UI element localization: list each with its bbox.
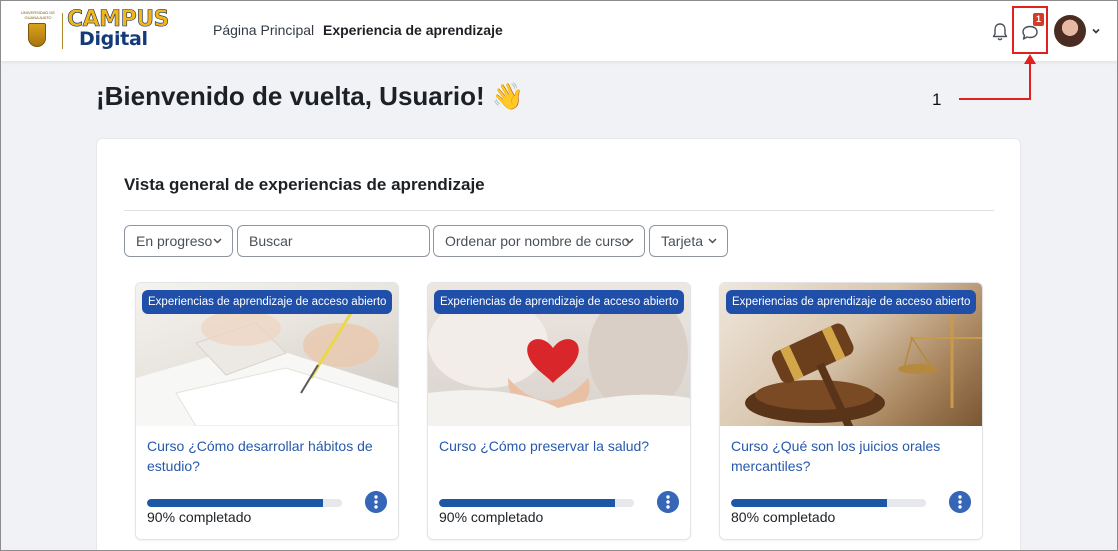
annotation-number: 1 xyxy=(932,90,942,109)
user-avatar[interactable] xyxy=(1054,15,1086,47)
course-category-badge: Experiencias de aprendizaje de acceso ab… xyxy=(726,290,977,314)
course-options-icon[interactable] xyxy=(365,491,387,513)
course-options-icon[interactable] xyxy=(657,491,679,513)
course-progress-label: 90% completado xyxy=(147,509,252,525)
nav-link-learning-experience[interactable]: Experiencia de aprendizaje xyxy=(323,22,503,38)
annotation-line-horizontal xyxy=(959,98,1031,100)
search-input[interactable]: Buscar xyxy=(237,225,430,257)
course-options-icon[interactable] xyxy=(949,491,971,513)
course-title-link[interactable]: Curso ¿Qué son los juicios orales mercan… xyxy=(731,436,971,476)
study-notebook-image[interactable]: Experiencias de aprendizaje de acceso ab… xyxy=(136,283,398,426)
sort-value: Ordenar por nombre de curso xyxy=(445,233,630,249)
course-title-link[interactable]: Curso ¿Cómo desarrollar hábitos de estud… xyxy=(147,436,387,476)
search-placeholder: Buscar xyxy=(249,233,293,249)
chevron-down-icon xyxy=(213,238,222,244)
course-card[interactable]: Experiencias de aprendizaje de acceso ab… xyxy=(135,282,399,540)
app-frame: UNIVERSIDAD DE GUANAJUATO CAMPUS Digital… xyxy=(0,0,1118,551)
course-progress-bar xyxy=(439,499,634,507)
course-category-badge: Experiencias de aprendizaje de acceso ab… xyxy=(142,290,393,314)
chevron-down-icon xyxy=(708,238,717,244)
course-title-link[interactable]: Curso ¿Cómo preservar la salud? xyxy=(439,436,679,456)
course-card[interactable]: Experiencias de aprendizaje de acceso ab… xyxy=(719,282,983,540)
view-mode-value: Tarjeta xyxy=(661,233,704,249)
overview-divider xyxy=(124,210,994,211)
welcome-text: ¡Bienvenido de vuelta, Usuario! xyxy=(96,81,485,111)
progress-filter-select[interactable]: En progreso xyxy=(124,225,233,257)
logo-divider xyxy=(62,13,63,49)
course-category-badge: Experiencias de aprendizaje de acceso ab… xyxy=(434,290,685,314)
progress-filter-value: En progreso xyxy=(136,233,213,249)
chevron-down-icon xyxy=(625,238,634,244)
course-overview-panel: Vista general de experiencias de aprendi… xyxy=(96,138,1021,550)
course-progress-label: 90% completado xyxy=(439,509,544,525)
course-progress-label: 80% completado xyxy=(731,509,836,525)
seal-shield xyxy=(28,23,46,47)
campus-digital-logo[interactable]: UNIVERSIDAD DE GUANAJUATO CAMPUS Digital xyxy=(17,7,183,52)
course-progress-fill xyxy=(731,499,887,507)
university-seal-icon: UNIVERSIDAD DE GUANAJUATO xyxy=(17,10,59,52)
view-mode-select[interactable]: Tarjeta xyxy=(649,225,728,257)
seal-text: UNIVERSIDAD DE GUANAJUATO xyxy=(20,10,55,20)
sort-select[interactable]: Ordenar por nombre de curso xyxy=(433,225,645,257)
course-progress-bar xyxy=(147,499,342,507)
gavel-scales-image[interactable]: Experiencias de aprendizaje de acceso ab… xyxy=(720,283,982,426)
annotation-highlight-box xyxy=(1012,6,1048,54)
chevron-down-icon[interactable] xyxy=(1091,26,1101,36)
course-progress-fill xyxy=(147,499,323,507)
nav-link-home[interactable]: Página Principal xyxy=(213,22,314,38)
waving-hand-icon: 👋 xyxy=(491,82,525,112)
course-progress-bar xyxy=(731,499,926,507)
course-card[interactable]: Experiencias de aprendizaje de acceso ab… xyxy=(427,282,691,540)
course-progress-fill xyxy=(439,499,615,507)
overview-title: Vista general de experiencias de aprendi… xyxy=(124,175,485,194)
annotation-line-vertical xyxy=(1029,63,1031,100)
top-navbar: UNIVERSIDAD DE GUANAJUATO CAMPUS Digital… xyxy=(1,1,1117,62)
bell-icon[interactable] xyxy=(991,22,1009,42)
welcome-heading: ¡Bienvenido de vuelta, Usuario! 👋 xyxy=(96,81,524,112)
logo-digital-text: Digital xyxy=(79,28,148,50)
heart-hands-image[interactable]: Experiencias de aprendizaje de acceso ab… xyxy=(428,283,690,426)
